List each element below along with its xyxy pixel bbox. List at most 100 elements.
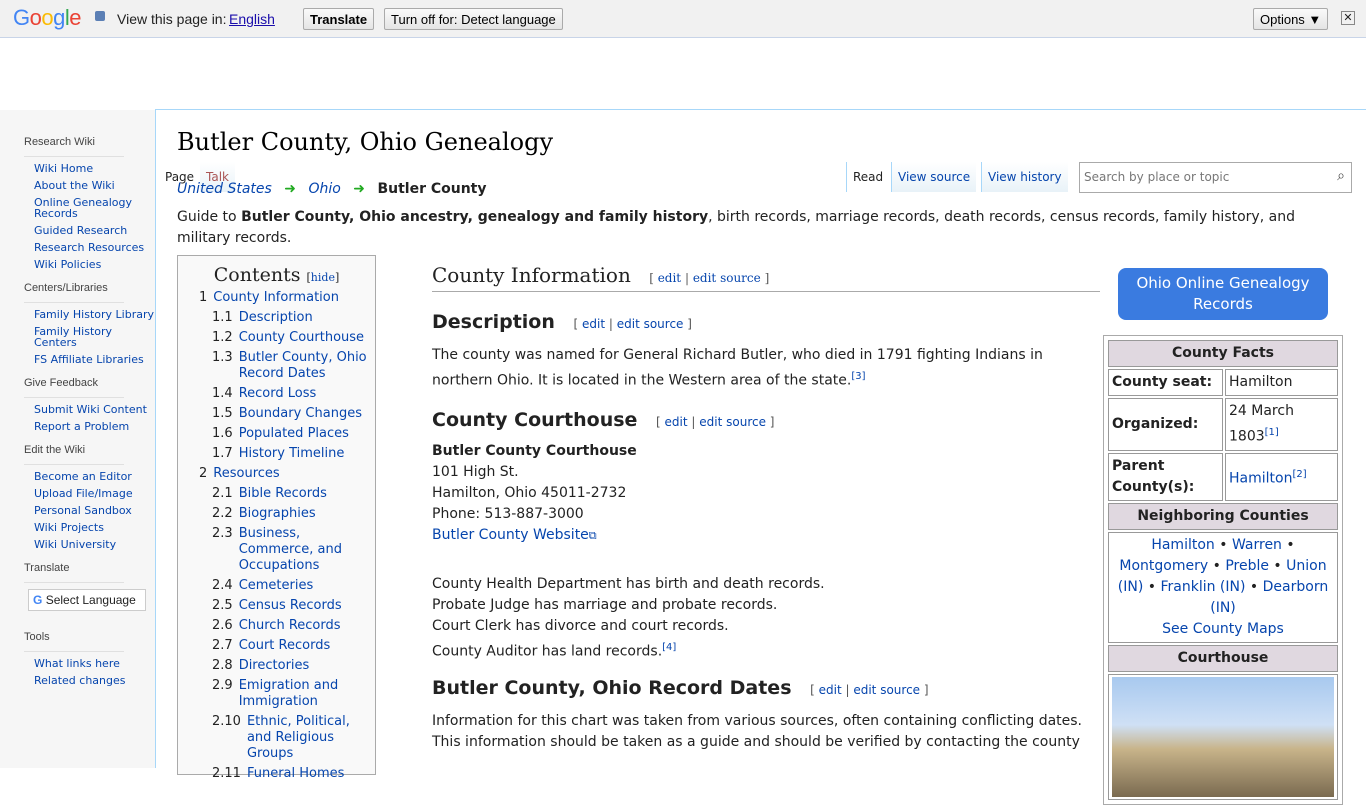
website-link[interactable]: Butler County Website bbox=[432, 527, 589, 543]
toc-item[interactable]: 2 Resources bbox=[178, 466, 375, 482]
online-records-button[interactable]: Ohio Online Genealogy Records bbox=[1118, 268, 1328, 320]
sidebar-link[interactable]: Research Resources bbox=[34, 242, 155, 253]
toc-title: Contents bbox=[213, 264, 301, 286]
tab-read[interactable]: Read bbox=[846, 162, 890, 192]
edit-link[interactable]: edit bbox=[582, 317, 605, 331]
sidebar-link[interactable]: Wiki University bbox=[34, 539, 155, 550]
sidebar-link[interactable]: Online Genealogy Records bbox=[34, 197, 155, 219]
toc-item[interactable]: 1 County Information bbox=[178, 290, 375, 306]
neighbor-link[interactable]: Montgomery bbox=[1119, 558, 1208, 574]
toc-item[interactable]: 1.2 County Courthouse bbox=[178, 330, 375, 346]
county-maps-link[interactable]: See County Maps bbox=[1162, 621, 1284, 637]
sidebar-link[interactable]: What links here bbox=[34, 658, 155, 669]
arrow-icon: ➜ bbox=[284, 181, 296, 197]
record-dates-text: Information for this chart was taken fro… bbox=[432, 713, 1083, 751]
section-heading: County Information [ edit | edit source … bbox=[432, 265, 1100, 292]
sidebar-link[interactable]: Personal Sandbox bbox=[34, 505, 155, 516]
toc-item[interactable]: 2.3 Business, Commerce, and Occupations bbox=[178, 526, 375, 574]
lock-icon bbox=[95, 11, 105, 21]
toc-item[interactable]: 2.10 Ethnic, Political, and Religious Gro… bbox=[178, 714, 375, 762]
language-select[interactable]: English bbox=[229, 11, 275, 27]
sidebar-link[interactable]: Family History Centers bbox=[34, 326, 155, 348]
seat-value: Hamilton bbox=[1225, 369, 1338, 396]
toc-hide[interactable]: hide bbox=[311, 271, 335, 284]
breadcrumb: United States ➜ Ohio ➜ Butler County bbox=[177, 181, 487, 197]
main-content: County Information [ edit | edit source … bbox=[432, 265, 1100, 753]
arrow-icon: ➜ bbox=[353, 181, 365, 197]
bullet: • bbox=[1214, 536, 1232, 553]
toc-item[interactable]: 2.5 Census Records bbox=[178, 598, 375, 614]
sidebar-link[interactable]: Report a Problem bbox=[34, 421, 155, 432]
search-icon[interactable]: ⌕ bbox=[1337, 168, 1345, 184]
toc-item[interactable]: 2.8 Directories bbox=[178, 658, 375, 674]
sidebar-link[interactable]: Wiki Projects bbox=[34, 522, 155, 533]
edit-source-link[interactable]: edit source bbox=[699, 415, 766, 429]
toc-item[interactable]: 1.1 Description bbox=[178, 310, 375, 326]
toc-item[interactable]: 2.9 Emigration and Immigration bbox=[178, 678, 375, 710]
select-language[interactable]: G Select Language bbox=[28, 589, 146, 611]
neighbor-link[interactable]: Franklin (IN) bbox=[1160, 579, 1245, 595]
toc-item[interactable]: 2.2 Biographies bbox=[178, 506, 375, 522]
sidebar-link[interactable]: Wiki Home bbox=[34, 163, 155, 174]
toc-item[interactable]: 1.6 Populated Places bbox=[178, 426, 375, 442]
toc-item[interactable]: 1.4 Record Loss bbox=[178, 386, 375, 402]
google-logo: Google bbox=[13, 5, 82, 30]
parent-link[interactable]: Hamilton bbox=[1229, 470, 1292, 486]
search-placeholder: Search by place or topic bbox=[1084, 170, 1230, 184]
sidebar-link[interactable]: Related changes bbox=[34, 675, 155, 686]
breadcrumb-link[interactable]: United States bbox=[177, 181, 272, 197]
edit-source-link[interactable]: edit source bbox=[617, 317, 684, 331]
bullet: • bbox=[1208, 557, 1226, 574]
organized-value: 24 March 1803[1] bbox=[1225, 398, 1338, 451]
toc-item[interactable]: 2.1 Bible Records bbox=[178, 486, 375, 502]
courthouse-photo[interactable] bbox=[1112, 676, 1334, 797]
neighbor-link[interactable]: Warren bbox=[1232, 537, 1282, 553]
edit-link[interactable]: edit bbox=[819, 683, 842, 697]
tab-view-source[interactable]: View source bbox=[891, 162, 977, 192]
sidebar-heading: Centers/Libraries bbox=[24, 282, 124, 303]
sidebar-link[interactable]: Upload File/Image bbox=[34, 488, 155, 499]
translate-bar: Google View this page in: English Transl… bbox=[0, 0, 1366, 38]
seat-label: County seat: bbox=[1108, 369, 1223, 396]
toc-item[interactable]: 1.7 History Timeline bbox=[178, 446, 375, 462]
sidebar-link[interactable]: FS Affiliate Libraries bbox=[34, 354, 155, 365]
breadcrumb-link[interactable]: Ohio bbox=[308, 181, 340, 197]
options-button[interactable]: Options ▼ bbox=[1253, 8, 1329, 30]
toc-item[interactable]: 2.11 Funeral Homes bbox=[178, 766, 375, 782]
sidebar-heading: Research Wiki bbox=[24, 136, 124, 157]
sidebar-link[interactable]: Wiki Policies bbox=[34, 259, 155, 270]
toc-item[interactable]: 2.6 Church Records bbox=[178, 618, 375, 634]
facts-header: County Facts bbox=[1108, 340, 1338, 367]
edit-source-link[interactable]: edit source bbox=[853, 683, 920, 697]
search-input[interactable]: Search by place or topic ⌕ bbox=[1079, 162, 1352, 193]
sidebar-link[interactable]: Become an Editor bbox=[34, 471, 155, 482]
sidebar-link[interactable]: About the Wiki bbox=[34, 180, 155, 191]
sidebar-heading: Give Feedback bbox=[24, 377, 124, 398]
translate-button[interactable]: Translate bbox=[303, 8, 375, 30]
sidebar-link[interactable]: Guided Research bbox=[34, 225, 155, 236]
toc-item[interactable]: 2.4 Cemeteries bbox=[178, 578, 375, 594]
ref-link[interactable]: [4] bbox=[662, 642, 676, 653]
neighbor-link[interactable]: Hamilton bbox=[1151, 537, 1214, 553]
translate-heading: Translate bbox=[24, 562, 124, 583]
edit-link[interactable]: edit bbox=[665, 415, 688, 429]
edit-link[interactable]: edit bbox=[658, 271, 681, 285]
edit-source-link[interactable]: edit source bbox=[693, 271, 761, 285]
tools-heading: Tools bbox=[24, 631, 124, 652]
toc-item[interactable]: 1.3 Butler County, Ohio Record Dates bbox=[178, 350, 375, 382]
close-icon[interactable]: ✕ bbox=[1341, 11, 1355, 25]
intro: Guide to Butler County, Ohio ancestry, g… bbox=[177, 209, 1295, 246]
sidebar-link[interactable]: Submit Wiki Content bbox=[34, 404, 155, 415]
table-of-contents: Contents [hide] 1 County Information 1.1 De… bbox=[177, 255, 376, 781]
tab-view-history[interactable]: View history bbox=[981, 162, 1068, 192]
turn-off-button[interactable]: Turn off for: Detect language bbox=[384, 8, 563, 30]
content: Butler County, Ohio Genealogy Page Talk … bbox=[155, 109, 1366, 805]
bullet: • bbox=[1281, 536, 1295, 553]
ref-link[interactable]: [3] bbox=[851, 371, 865, 382]
infobox: County Facts County seat: Hamilton Organi… bbox=[1103, 335, 1343, 805]
toc-item[interactable]: 1.5 Boundary Changes bbox=[178, 406, 375, 422]
neighbor-link[interactable]: Preble bbox=[1225, 558, 1269, 574]
description-text: The county was named for General Richard… bbox=[432, 347, 1043, 389]
toc-item[interactable]: 2.7 Court Records bbox=[178, 638, 375, 654]
sidebar-link[interactable]: Family History Library bbox=[34, 309, 155, 320]
